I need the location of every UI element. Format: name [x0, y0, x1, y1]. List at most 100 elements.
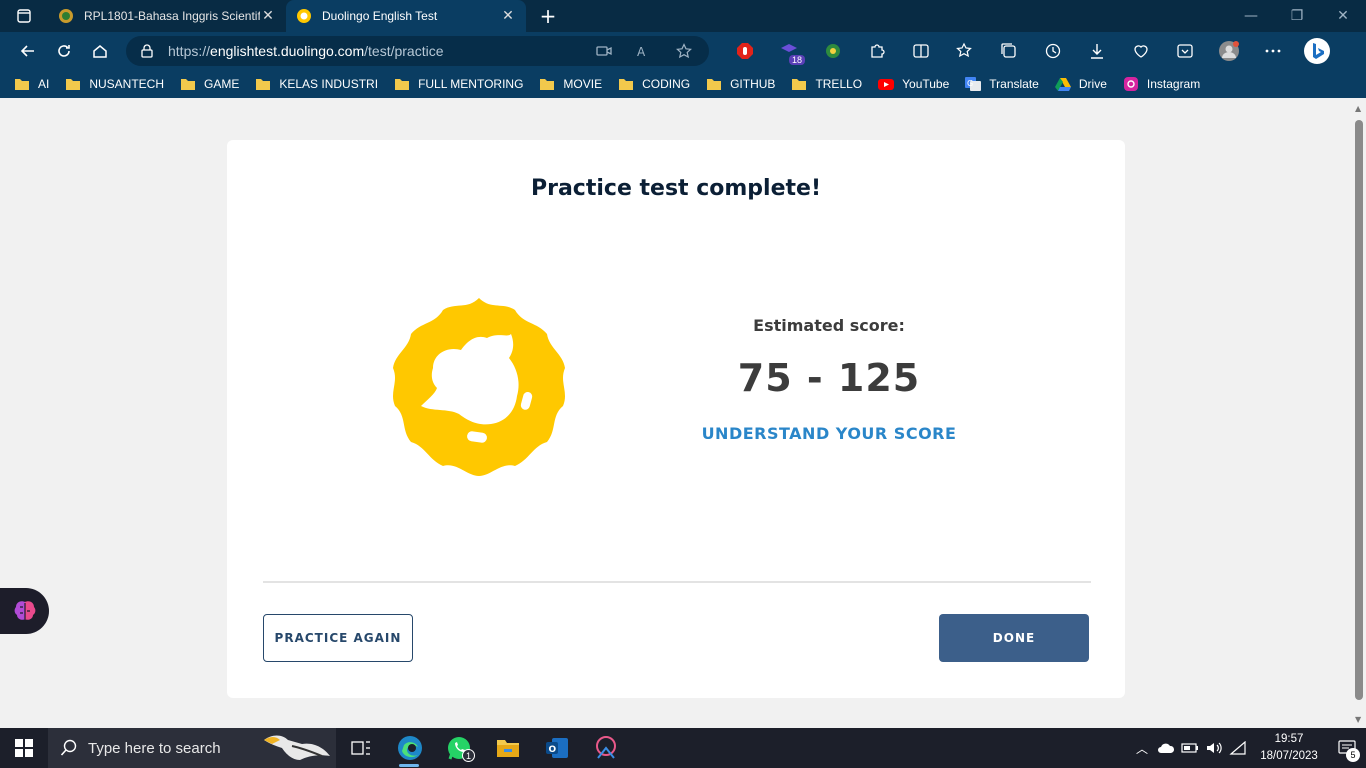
duolingo-favicon-icon: [297, 9, 311, 23]
folder-icon: [66, 79, 81, 90]
favorite-star-icon[interactable]: [671, 43, 697, 59]
extensions-puzzle-icon[interactable]: [855, 35, 899, 67]
downloads-icon[interactable]: [1075, 35, 1119, 67]
tab-actions-button[interactable]: [0, 0, 48, 32]
windows-logo-icon: [15, 739, 33, 757]
bookmark-coding[interactable]: CODING: [618, 77, 690, 91]
close-tab-icon[interactable]: ✕: [500, 8, 516, 24]
hornbill-search-highlight-icon: [264, 735, 330, 760]
bookmark-instagram[interactable]: Instagram: [1123, 77, 1200, 91]
profile-avatar-icon[interactable]: [1207, 35, 1251, 67]
folder-icon: [15, 79, 29, 90]
bookmark-full-mentoring[interactable]: FULL MENTORING: [394, 77, 523, 91]
green-extension-icon[interactable]: [811, 35, 855, 67]
bookmark-label: Drive: [1078, 77, 1107, 91]
practice-again-button[interactable]: PRACTICE AGAIN: [263, 614, 413, 662]
instagram-icon: [1123, 77, 1138, 91]
split-screen-icon[interactable]: [899, 35, 943, 67]
volume-icon[interactable]: [1202, 728, 1226, 768]
task-view-icon: [350, 741, 370, 755]
minimize-icon[interactable]: —: [1228, 0, 1274, 32]
home-button[interactable]: [82, 35, 118, 67]
folder-icon: [792, 79, 807, 90]
web-capture-icon[interactable]: [1163, 35, 1207, 67]
bookmarks-bar: AI NUSANTECH GAME KELAS INDUSTRI FULL ME…: [0, 70, 1366, 98]
performance-icon[interactable]: [1119, 35, 1163, 67]
scroll-down-icon[interactable]: ▼: [1355, 715, 1361, 724]
scroll-up-icon[interactable]: ▲: [1355, 104, 1361, 113]
svg-text:O: O: [548, 745, 556, 755]
new-tab-button[interactable]: +: [532, 0, 564, 32]
bookmark-github[interactable]: GITHUB: [706, 77, 775, 91]
done-button[interactable]: DONE: [939, 614, 1089, 662]
taskbar-edge[interactable]: [385, 728, 434, 768]
snipping-tool-icon: [595, 736, 616, 759]
lock-icon: [141, 44, 153, 58]
tab-actions-icon: [17, 9, 31, 23]
refresh-button[interactable]: [46, 35, 82, 67]
refresh-icon: [58, 45, 70, 57]
page-viewport: Practice test complete! Estimated score:…: [0, 98, 1352, 728]
bookmark-drive[interactable]: Drive: [1054, 77, 1107, 91]
tab-duolingo[interactable]: Duolingo English Test ✕: [286, 0, 526, 32]
bookmark-label: Instagram: [1146, 77, 1201, 91]
wifi-icon[interactable]: [1226, 728, 1250, 768]
brain-icon: [14, 601, 35, 620]
taskbar-whatsapp[interactable]: 1: [434, 728, 483, 768]
taskbar-clock[interactable]: 19:57 18/07/2023: [1250, 731, 1328, 765]
bookmark-label: Translate: [989, 77, 1039, 91]
task-view-button[interactable]: [336, 728, 385, 768]
onedrive-cloud-icon[interactable]: [1154, 728, 1178, 768]
bookmark-kelas-industri[interactable]: KELAS INDUSTRI: [255, 77, 378, 91]
video-icon[interactable]: [591, 45, 617, 57]
extension-badge: 18: [788, 55, 805, 65]
bookmark-label: NUSANTECH: [89, 77, 165, 91]
adblock-extension-icon[interactable]: [723, 35, 767, 67]
page-title: Practice test complete!: [530, 176, 821, 201]
folder-icon: [181, 79, 196, 90]
svg-text:G: G: [967, 79, 973, 88]
scrollbar-thumb[interactable]: [1355, 120, 1363, 700]
whatsapp-badge: 1: [462, 749, 475, 762]
duolingo-badge-icon: [393, 298, 565, 476]
show-hidden-icons-icon[interactable]: ︿: [1130, 728, 1154, 768]
google-drive-icon: [1054, 78, 1071, 91]
vertical-scrollbar[interactable]: ▲ ▼: [1352, 98, 1366, 728]
taskbar-file-explorer[interactable]: [483, 728, 532, 768]
more-menu-icon[interactable]: [1251, 35, 1295, 67]
url-scheme: https://: [168, 43, 211, 59]
bookmark-ai[interactable]: AI: [14, 77, 49, 91]
restore-icon[interactable]: ❐: [1274, 0, 1320, 32]
graduation-extension-icon[interactable]: 18: [767, 35, 811, 67]
file-explorer-icon: [496, 740, 519, 757]
back-button[interactable]: [10, 35, 46, 67]
bookmark-nusantech[interactable]: NUSANTECH: [65, 77, 164, 91]
read-aloud-icon[interactable]: A: [631, 44, 657, 58]
notification-center-button[interactable]: 5: [1328, 728, 1366, 768]
bookmark-youtube[interactable]: YouTube: [878, 77, 949, 91]
start-button[interactable]: [0, 728, 48, 768]
address-bar[interactable]: https://englishtest.duolingo.com/test/pr…: [126, 36, 709, 66]
bookmark-trello[interactable]: TRELLO: [791, 77, 862, 91]
search-icon: [60, 739, 77, 756]
bookmark-translate[interactable]: G Translate: [965, 77, 1039, 91]
history-icon[interactable]: [1031, 35, 1075, 67]
bookmark-game[interactable]: GAME: [180, 77, 239, 91]
bookmark-movie[interactable]: MOVIE: [539, 77, 602, 91]
result-card: Practice test complete! Estimated score:…: [227, 140, 1125, 698]
bookmark-label: YouTube: [902, 77, 950, 91]
taskbar-snipping-tool[interactable]: [581, 728, 630, 768]
youtube-icon: [878, 79, 895, 90]
close-window-icon[interactable]: ✕: [1320, 0, 1366, 32]
bookmark-label: GAME: [204, 77, 240, 91]
bing-copilot-icon[interactable]: [1295, 35, 1339, 67]
brain-extension-widget[interactable]: [0, 588, 49, 634]
taskbar-outlook[interactable]: O: [532, 728, 581, 768]
taskbar-search[interactable]: Type here to search: [48, 728, 336, 768]
battery-icon[interactable]: [1178, 728, 1202, 768]
collections-icon[interactable]: [987, 35, 1031, 67]
tab-rpl1801[interactable]: RPL1801-Bahasa Inggris Scientific ✕: [48, 0, 286, 32]
understand-score-link[interactable]: UNDERSTAND YOUR SCORE: [677, 424, 981, 443]
favorites-icon[interactable]: [943, 35, 987, 67]
close-tab-icon[interactable]: ✕: [260, 8, 276, 24]
